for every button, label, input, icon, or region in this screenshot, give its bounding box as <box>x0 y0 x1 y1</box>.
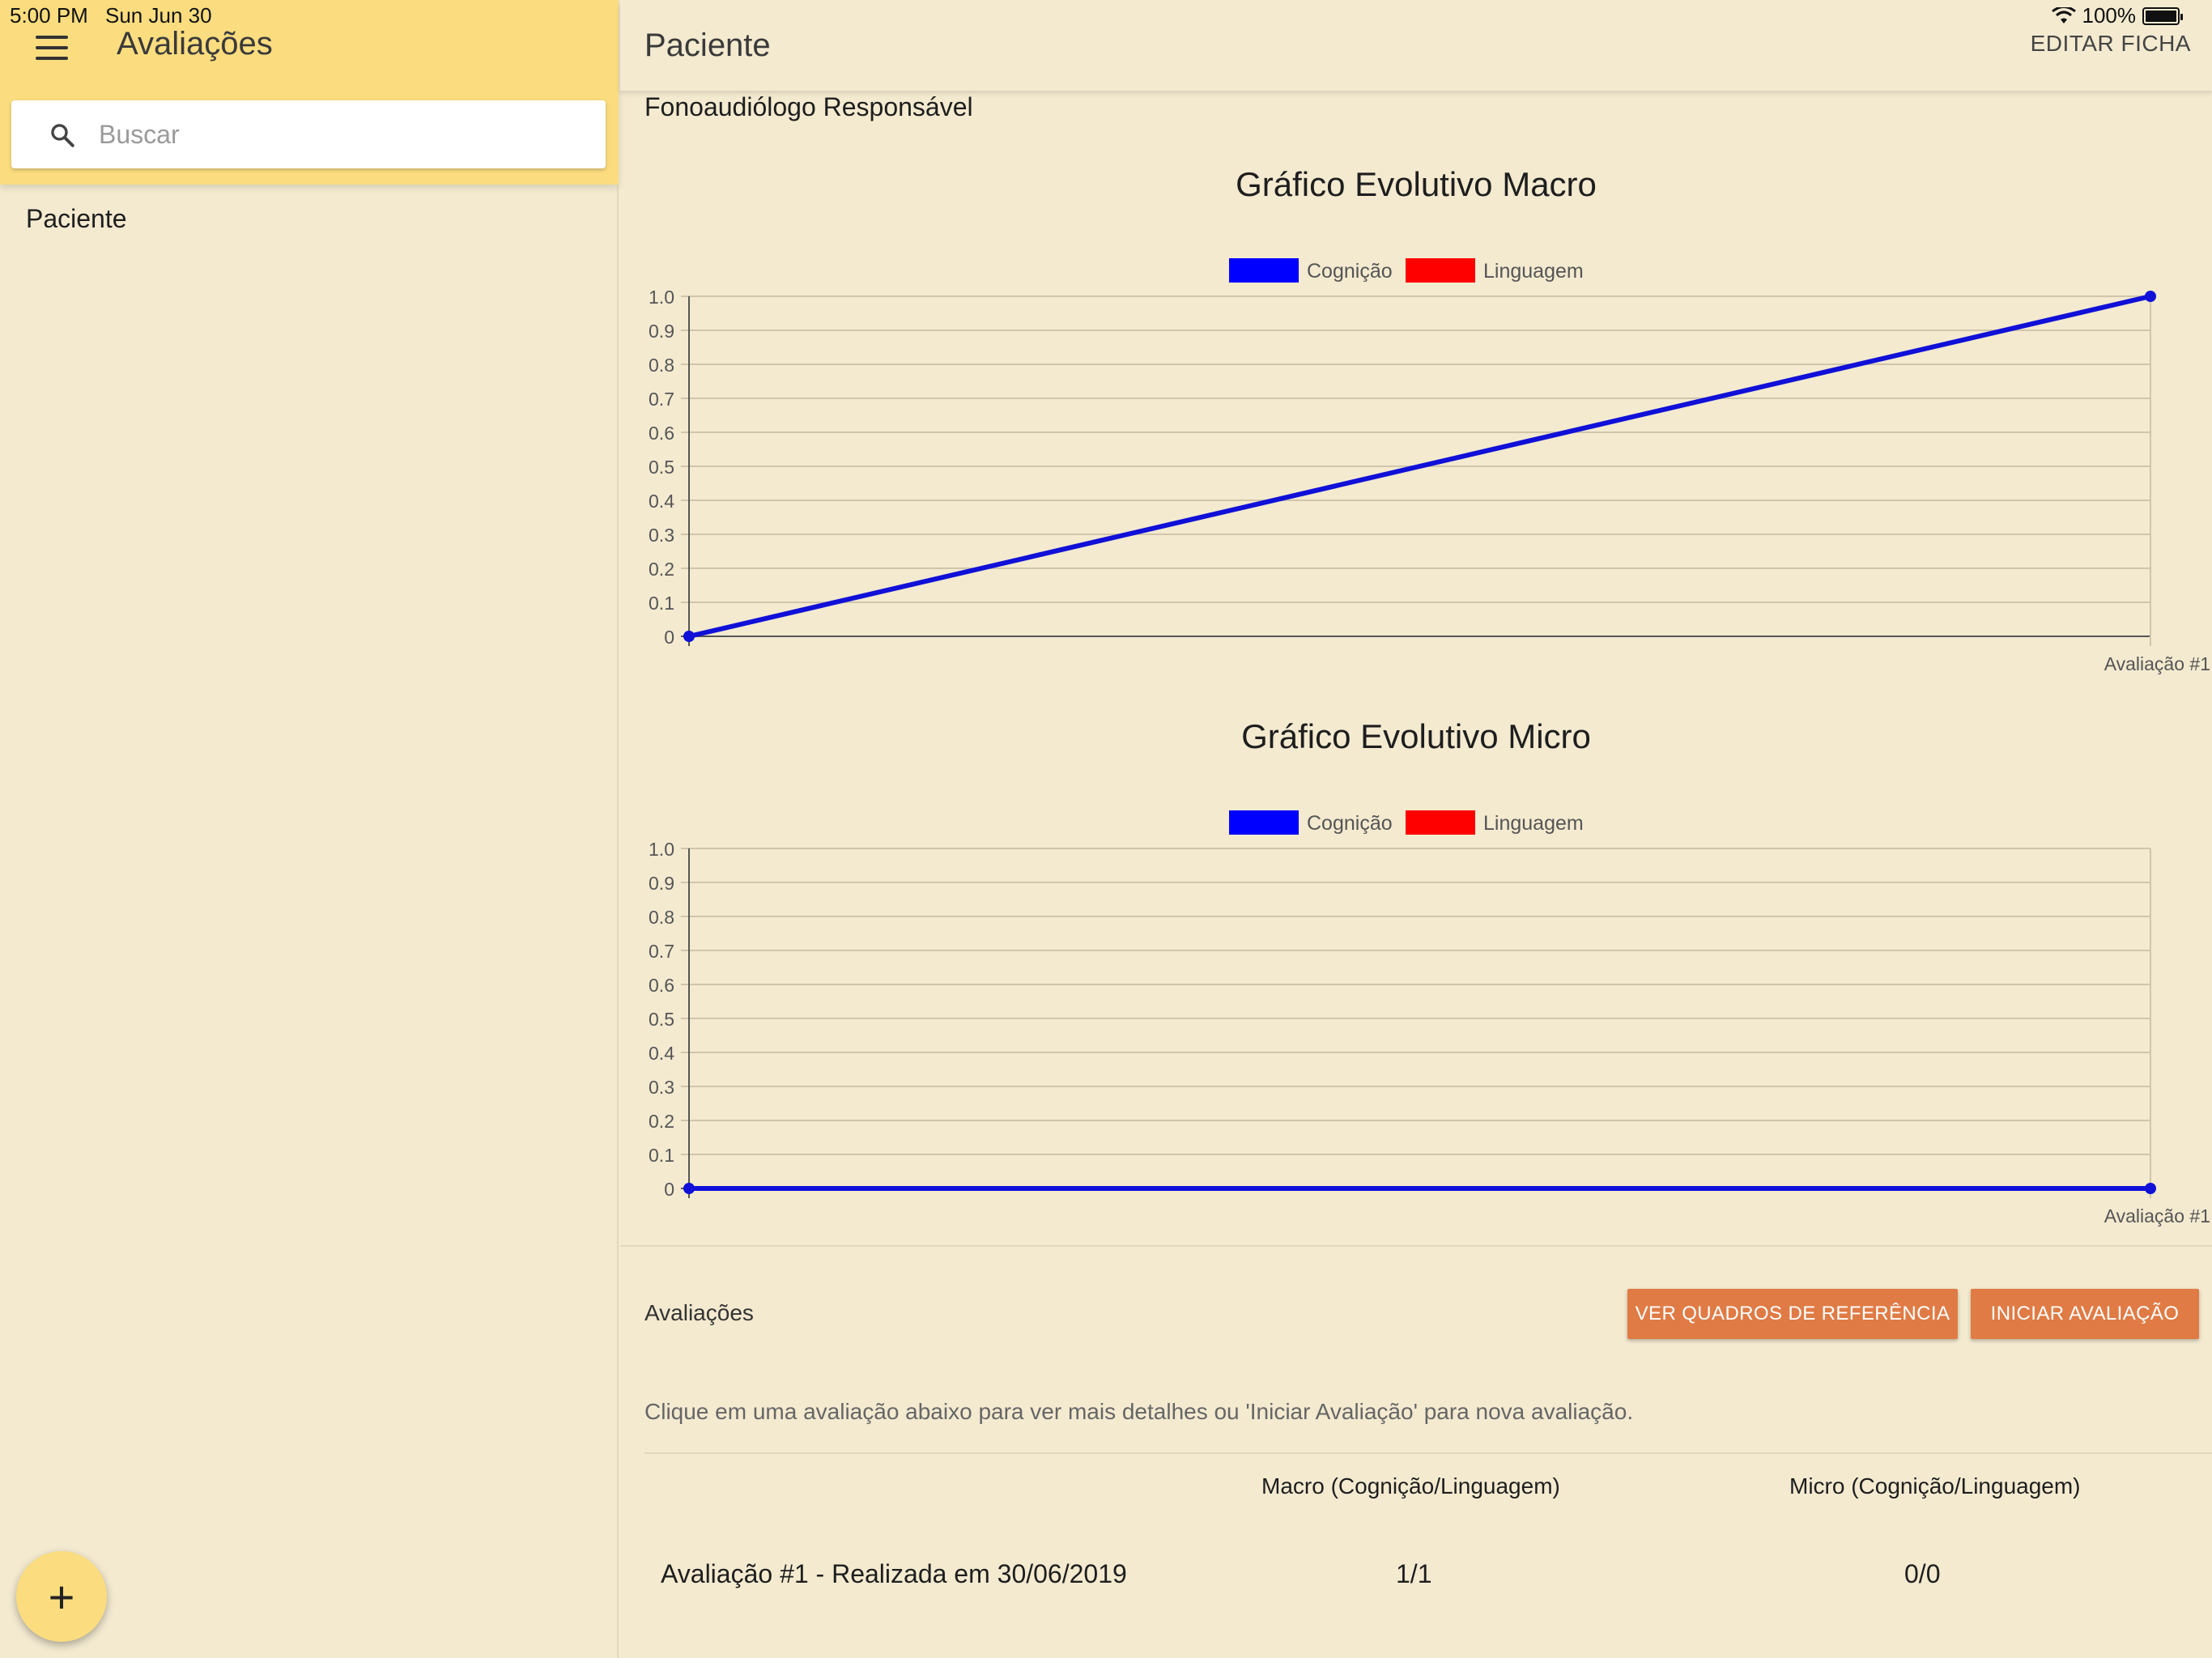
evaluations-section-title: Avaliações <box>644 1300 754 1325</box>
legend-swatch-linguagem <box>1406 810 1475 835</box>
wifi-icon <box>2051 6 2076 23</box>
sidebar-header: 5:00 PM Sun Jun 30 Avaliações <box>0 0 619 185</box>
y-tick-label: 0.3 <box>649 525 674 546</box>
legend-swatch-cognicao <box>1229 810 1299 835</box>
evaluation-macro-score: 1/1 <box>1396 1559 1432 1588</box>
battery-icon <box>2142 6 2183 25</box>
legend-label: Cognição <box>1307 260 1393 283</box>
y-tick-label: 0.2 <box>649 559 674 580</box>
x-tick-label: Avaliação #1 <box>2104 653 2210 674</box>
legend-label: Linguagem <box>1483 812 1584 835</box>
macro-chart: Gráfico Evolutivo Macro Cognição Linguagem… <box>649 165 2210 674</box>
legend-swatch-cognicao <box>1229 258 1299 283</box>
y-tick-label: 0 <box>664 627 674 648</box>
y-tick-label: 1.0 <box>649 287 674 308</box>
hamburger-menu-icon[interactable] <box>36 36 68 60</box>
add-fab-button[interactable]: + <box>16 1551 107 1642</box>
fono-responsavel-label: Fonoaudiólogo Responsável <box>644 92 973 121</box>
sidebar-item-paciente[interactable]: Paciente <box>26 204 127 234</box>
y-tick-label: 0.8 <box>649 355 674 376</box>
y-tick-label: 0.7 <box>649 389 674 410</box>
app-root: 5:00 PM Sun Jun 30 Avaliações Paciente +… <box>0 0 2212 1658</box>
status-time: 5:00 PM <box>10 3 88 28</box>
sidebar: 5:00 PM Sun Jun 30 Avaliações Paciente + <box>0 0 619 1658</box>
y-tick-label: 0.5 <box>649 457 674 478</box>
y-tick-label: 0.6 <box>649 423 674 444</box>
y-tick-label: 0.4 <box>649 491 674 512</box>
legend-swatch-linguagem <box>1406 258 1475 283</box>
x-tick-label: Avaliação #1 <box>2104 1205 2210 1226</box>
legend-label: Cognição <box>1307 812 1393 835</box>
search-input[interactable] <box>99 112 585 157</box>
y-tick-label: 0.3 <box>649 1077 674 1098</box>
y-tick-label: 0.4 <box>649 1043 674 1064</box>
battery-percent: 100% <box>2082 3 2137 28</box>
view-reference-tables-button[interactable]: VER QUADROS DE REFERÊNCIA <box>1627 1289 1958 1339</box>
y-tick-label: 0.9 <box>649 873 674 894</box>
y-tick-label: 0.7 <box>649 941 674 962</box>
chart-title: Gráfico Evolutivo Macro <box>1236 165 1597 203</box>
search-icon <box>51 124 74 147</box>
edit-record-button[interactable]: EDITAR FICHA <box>2031 31 2191 57</box>
status-date: Sun Jun 30 <box>105 3 212 28</box>
page-title: Paciente <box>644 28 771 63</box>
y-tick-label: 0.6 <box>649 975 674 996</box>
y-tick-label: 0.5 <box>649 1009 674 1030</box>
y-tick-label: 0.9 <box>649 321 674 342</box>
chart-title: Gráfico Evolutivo Micro <box>1241 717 1591 755</box>
y-tick-label: 0.1 <box>649 593 674 614</box>
y-tick-label: 1.0 <box>649 839 674 860</box>
section-divider <box>620 1245 2212 1247</box>
column-header-macro: Macro (Cognição/Linguagem) <box>1261 1473 1560 1499</box>
main-header: Paciente 100% EDITAR FICHA <box>620 0 2212 91</box>
column-header-micro: Micro (Cognição/Linguagem) <box>1789 1473 2081 1499</box>
y-tick-label: 0.2 <box>649 1111 674 1132</box>
micro-chart: Gráfico Evolutivo Micro Cognição Linguagem… <box>649 717 2210 1226</box>
sidebar-title: Avaliações <box>117 26 273 62</box>
data-point <box>683 1183 695 1194</box>
data-point <box>2145 291 2156 302</box>
table-row[interactable]: Avaliação #1 - Realizada em 30/06/2019 1… <box>644 1538 2212 1611</box>
y-tick-label: 0.8 <box>649 907 674 928</box>
search-box[interactable] <box>11 100 606 168</box>
table-divider <box>644 1452 2212 1454</box>
data-point <box>2145 1183 2156 1194</box>
y-tick-label: 0.1 <box>649 1145 674 1166</box>
evaluation-name: Avaliação #1 - Realizada em 30/06/2019 <box>661 1559 1127 1588</box>
legend-label: Linguagem <box>1483 260 1584 283</box>
evaluation-micro-score: 0/0 <box>1904 1559 1941 1588</box>
start-evaluation-button[interactable]: INICIAR AVALIAÇÃO <box>1971 1289 2199 1339</box>
status-right: 100% <box>2051 3 2183 28</box>
y-tick-label: 0 <box>664 1179 674 1200</box>
data-point <box>683 631 695 642</box>
evaluations-hint: Clique em uma avaliação abaixo para ver … <box>644 1399 1634 1424</box>
